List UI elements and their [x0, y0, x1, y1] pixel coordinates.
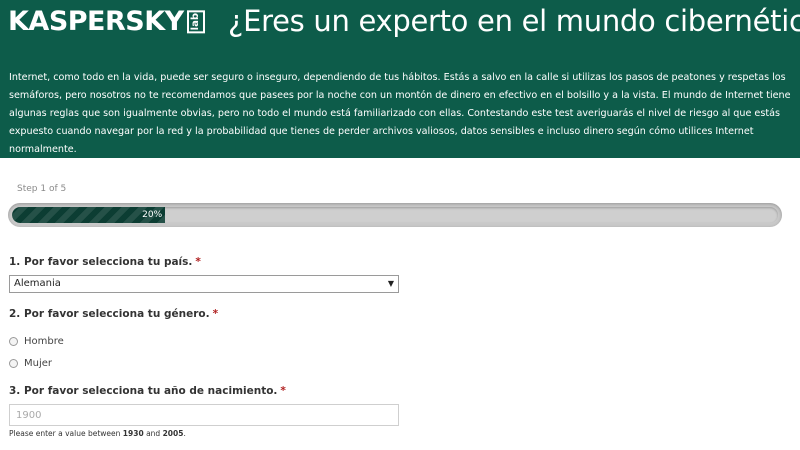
header-banner: KASPERSKY lab ¿Eres un experto en el mun…: [0, 0, 800, 158]
progress-fill: 20%: [12, 207, 166, 223]
gender-option-mujer[interactable]: Mujer: [9, 358, 52, 369]
radio-label-hombre[interactable]: Hombre: [24, 336, 64, 347]
required-mark: *: [280, 385, 286, 397]
country-select-value: Alemania: [14, 278, 61, 289]
radio-label-mujer[interactable]: Mujer: [24, 358, 52, 369]
hint-max: 2005: [162, 429, 184, 438]
hint-suffix: .: [183, 429, 186, 438]
hint-prefix: Please enter a value between: [9, 429, 121, 438]
country-select[interactable]: Alemania ▼: [9, 275, 399, 293]
hint-and: and: [146, 429, 161, 438]
hint-min: 1930: [122, 429, 144, 438]
required-mark: *: [212, 308, 219, 320]
birth-year-hint: Please enter a value between 1930 and 20…: [9, 429, 186, 438]
question-country-text: 1. Por favor selecciona tu país.: [9, 256, 193, 268]
logo-lab-badge: lab: [186, 10, 205, 34]
birth-year-input[interactable]: [9, 404, 399, 426]
progress-bar: 20%: [8, 203, 782, 227]
progress-percent: 20%: [142, 210, 163, 220]
chevron-down-icon[interactable]: ▼: [388, 278, 394, 290]
gender-option-hombre[interactable]: Hombre: [9, 336, 64, 347]
step-indicator: Step 1 of 5: [17, 184, 67, 194]
question-country-label: 1. Por favor selecciona tu país. *: [9, 256, 201, 268]
kaspersky-logo[interactable]: KASPERSKY lab: [8, 4, 205, 44]
radio-button[interactable]: [9, 337, 18, 346]
radio-button[interactable]: [9, 359, 18, 368]
page-title: ¿Eres un experto en el mundo cibernético…: [228, 4, 800, 38]
intro-paragraph: Internet, como todo en la vida, puede se…: [9, 72, 791, 155]
question-birthyear-text: 3. Por favor selecciona tu año de nacimi…: [9, 385, 278, 397]
required-mark: *: [195, 256, 201, 268]
progress-track-inner: 20%: [12, 207, 778, 223]
question-gender-text: 2. Por favor selecciona tu género.: [9, 308, 210, 320]
logo-wordmark: KASPERSKY: [8, 6, 184, 37]
question-gender-label: 2. Por favor selecciona tu género. *: [9, 308, 218, 320]
question-birthyear-label: 3. Por favor selecciona tu año de nacimi…: [9, 385, 286, 397]
